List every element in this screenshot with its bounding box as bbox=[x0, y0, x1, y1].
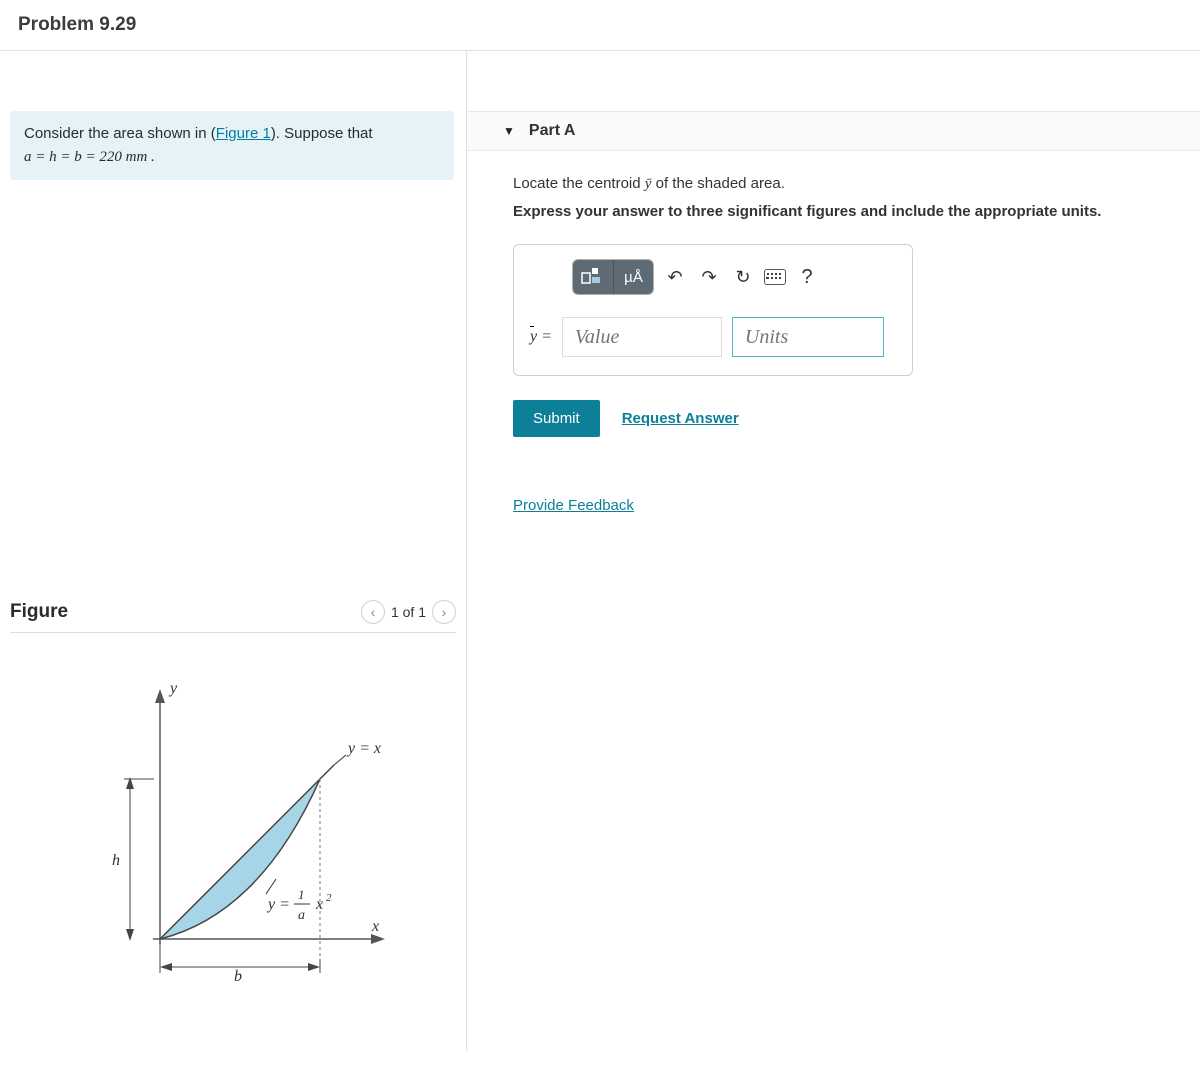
problem-statement: Consider the area shown in (Figure 1). S… bbox=[10, 111, 454, 180]
submit-button[interactable]: Submit bbox=[513, 400, 600, 437]
figure-pager-text: 1 of 1 bbox=[391, 604, 426, 620]
title-bar: Problem 9.29 bbox=[0, 0, 1200, 51]
units-picker-button[interactable]: µÅ bbox=[613, 260, 653, 294]
figure-link[interactable]: Figure 1 bbox=[216, 125, 271, 142]
help-button[interactable]: ? bbox=[794, 264, 820, 290]
figure-pager: ‹ 1 of 1 › bbox=[361, 600, 456, 624]
b-label: b bbox=[234, 968, 242, 985]
figure-prev-button[interactable]: ‹ bbox=[361, 600, 385, 624]
curve2-rhs: x bbox=[315, 896, 323, 913]
curve1-label: y = x bbox=[346, 740, 381, 757]
curve2-exp: 2 bbox=[326, 892, 332, 904]
redo-button[interactable]: ↷ bbox=[696, 264, 722, 290]
h-label: h bbox=[112, 852, 120, 869]
provide-feedback-link[interactable]: Provide Feedback bbox=[513, 497, 634, 514]
mu-angstrom-icon: µÅ bbox=[624, 269, 643, 286]
keyboard-button[interactable] bbox=[764, 269, 786, 285]
collapse-caret-icon: ▼ bbox=[503, 124, 515, 138]
infobox-post: ). Suppose that bbox=[271, 125, 373, 142]
part-body: Locate the centroid ȳ of the shaded area… bbox=[467, 151, 1200, 514]
reset-button[interactable]: ↻ bbox=[730, 264, 756, 290]
answer-toolbar: µÅ ↶ ↷ ↻ ? bbox=[572, 259, 896, 295]
infobox-equation: a = h = b = 220 mm . bbox=[24, 149, 155, 165]
answer-lhs: y = bbox=[530, 328, 552, 346]
figure-image: y x y = x bbox=[10, 669, 456, 989]
answer-input-row: y = bbox=[530, 317, 896, 357]
templates-icon bbox=[581, 267, 605, 287]
curve2-lhs: y = bbox=[266, 896, 290, 913]
x-axis-label: x bbox=[371, 918, 379, 935]
curve-linear bbox=[160, 765, 334, 939]
figure-label: Figure bbox=[10, 601, 68, 623]
units-input[interactable] bbox=[732, 317, 884, 357]
part-header[interactable]: ▼ Part A bbox=[467, 111, 1200, 151]
figure-header: Figure ‹ 1 of 1 › bbox=[10, 600, 456, 633]
answer-box: µÅ ↶ ↷ ↻ ? y = bbox=[513, 244, 913, 376]
infobox-pre: Consider the area shown in ( bbox=[24, 125, 216, 142]
curve2-den: a bbox=[298, 908, 305, 923]
right-column: ▼ Part A Locate the centroid ȳ of the sh… bbox=[467, 51, 1200, 1051]
submit-row: Submit Request Answer bbox=[513, 400, 1176, 437]
instruction-line-2: Express your answer to three significant… bbox=[513, 203, 1176, 220]
curve2-num: 1 bbox=[298, 887, 305, 902]
left-column: Consider the area shown in (Figure 1). S… bbox=[0, 51, 467, 1051]
figure-svg: y x y = x bbox=[90, 669, 390, 989]
request-answer-link[interactable]: Request Answer bbox=[622, 410, 739, 427]
part-title: Part A bbox=[529, 122, 576, 140]
figure-section: Figure ‹ 1 of 1 › y x bbox=[0, 600, 466, 989]
instruction-line-1: Locate the centroid ȳ of the shaded area… bbox=[513, 175, 1176, 193]
value-input[interactable] bbox=[562, 317, 722, 357]
page-title: Problem 9.29 bbox=[18, 14, 1182, 36]
templates-button[interactable] bbox=[573, 260, 613, 294]
y-axis-label: y bbox=[168, 680, 178, 697]
figure-next-button[interactable]: › bbox=[432, 600, 456, 624]
undo-button[interactable]: ↶ bbox=[662, 264, 688, 290]
